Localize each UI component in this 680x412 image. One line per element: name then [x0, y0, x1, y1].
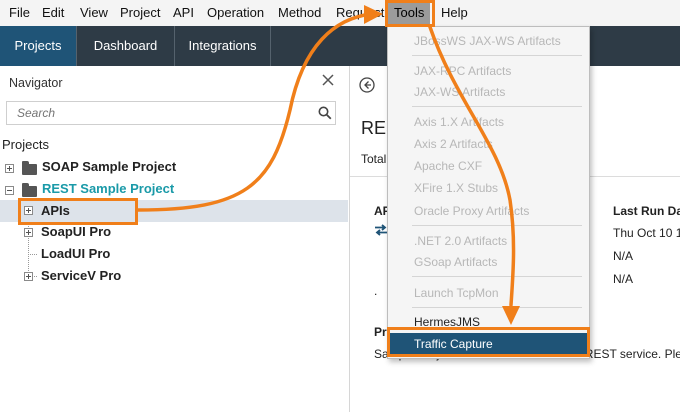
annotation-arrows	[136, 5, 520, 325]
